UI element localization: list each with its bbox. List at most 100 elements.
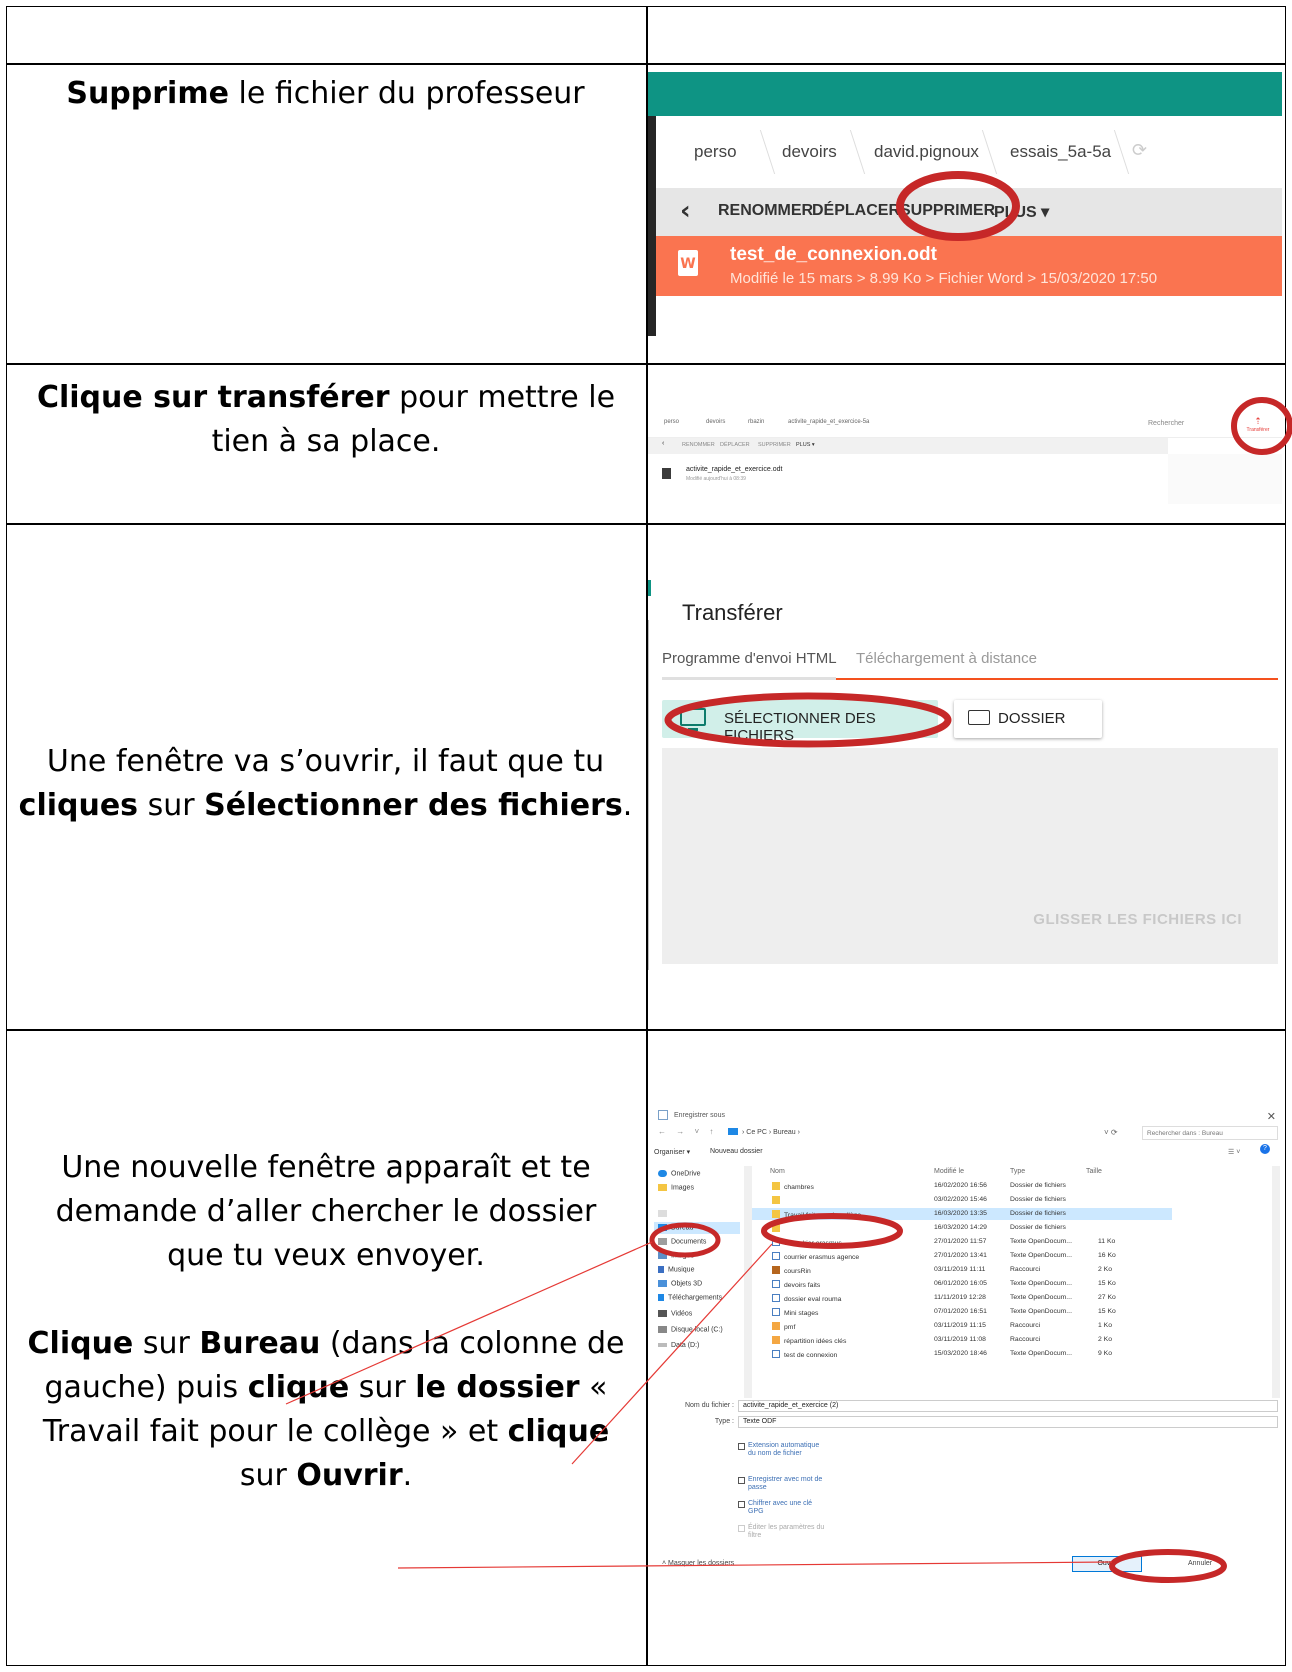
- nav-arrows-icon[interactable]: ← → ˅ ↑: [658, 1127, 717, 1136]
- breadcrumb-item[interactable]: devoirs: [782, 142, 837, 162]
- drop-zone[interactable]: GLISSER LES FICHIERS ICI: [662, 748, 1278, 964]
- rename-button[interactable]: RENOMMER: [718, 202, 813, 220]
- hide-folders-toggle[interactable]: ˄ Masquer les dossiers: [662, 1560, 734, 1567]
- row-divider: [7, 363, 1285, 365]
- breadcrumb: perso devoirs david.pignoux essais_5a-5a…: [656, 116, 1282, 188]
- nav-item-videos[interactable]: Vidéos: [658, 1310, 692, 1317]
- column-header-name[interactable]: Nom: [770, 1168, 785, 1175]
- nav-scrollbar[interactable]: [744, 1166, 752, 1398]
- move-button[interactable]: DÉPLACER: [812, 202, 900, 220]
- file-row[interactable]: test de connexion 15/03/2020 18:46 Texte O…: [752, 1348, 1172, 1360]
- column-header-date[interactable]: Modifié le: [934, 1168, 964, 1175]
- selected-file-row[interactable]: W test_de_connexion.odt Modifié le 15 ma…: [656, 236, 1282, 296]
- option-auto-extension[interactable]: Extension automatique du nom de fichier: [738, 1442, 828, 1458]
- instruction-click-bureau: Clique sur Bureau (dans la colonne de ga…: [27, 1326, 625, 1493]
- pc-icon: [728, 1128, 738, 1135]
- row-divider: [7, 523, 1285, 525]
- document-icon: [772, 1252, 780, 1260]
- chevron-left-icon[interactable]: ‹: [680, 196, 691, 226]
- view-options-icon[interactable]: ☰ ˅: [1228, 1148, 1240, 1156]
- nav-item-onedrive[interactable]: OneDrive: [658, 1170, 701, 1177]
- file-row[interactable]: coursRin 03/11/2019 11:11 Raccourci 2 Ko: [752, 1264, 1172, 1276]
- file-row[interactable]: chambres 16/02/2020 16:56 Dossier de fichi…: [752, 1180, 1172, 1192]
- address-bar[interactable]: › Ce PC › Bureau ›: [724, 1126, 1104, 1140]
- type-select[interactable]: Texte ODF: [738, 1416, 1278, 1428]
- search-label[interactable]: Rechercher: [1148, 420, 1184, 427]
- select-files-button[interactable]: SÉLECTIONNER DES FICHIERS: [662, 700, 938, 744]
- file-row-travail[interactable]: Travail fait pour le collège 16/03/2020 1…: [752, 1208, 1172, 1220]
- breadcrumb-item[interactable]: essais_5a-5a: [1010, 142, 1111, 162]
- column-header-type[interactable]: Type: [1010, 1168, 1025, 1175]
- type-label: Type :: [714, 1418, 734, 1425]
- help-icon[interactable]: ?: [1260, 1144, 1270, 1154]
- dropdown-refresh-icon[interactable]: ˅ ⟳: [1104, 1128, 1118, 1137]
- file-list: Nom Modifié le Type Taille chambres 16/02…: [752, 1166, 1282, 1396]
- transfer-button[interactable]: ⇡ Transférer: [1238, 416, 1278, 433]
- tab-html-upload[interactable]: Programme d'envoi HTML: [662, 650, 837, 667]
- file-name[interactable]: activite_rapide_et_exercice.odt: [686, 466, 783, 473]
- breadcrumb-item[interactable]: perso: [664, 419, 679, 425]
- nav-item-bureau[interactable]: Bureau: [658, 1224, 694, 1231]
- nav-item-images[interactable]: Images: [658, 1184, 694, 1191]
- breadcrumb-item[interactable]: rbazin: [748, 419, 764, 425]
- search-input[interactable]: Rechercher dans : Bureau: [1142, 1126, 1278, 1140]
- folder-icon: [658, 1184, 667, 1191]
- screenshot-save-dialog: Enregistrer sous ✕ ← → ˅ ↑ › Ce PC › Bur…: [648, 1104, 1282, 1582]
- refresh-icon[interactable]: ⟳: [1132, 140, 1147, 161]
- nav-item-disque-c[interactable]: Disque local (C:): [658, 1326, 723, 1333]
- navigation-pane: OneDrive Images Bureau Documents Images …: [648, 1166, 744, 1394]
- tab-remote-download[interactable]: Téléchargement à distance: [856, 650, 1037, 667]
- cancel-button[interactable]: Annuler: [1188, 1560, 1212, 1567]
- instruction-transfer: Clique sur transférer pour mettre le tie…: [36, 380, 616, 459]
- breadcrumb-item[interactable]: devoirs: [706, 419, 725, 425]
- delete-button[interactable]: SUPPRIMER: [900, 202, 995, 220]
- folder-button[interactable]: DOSSIER: [954, 700, 1102, 738]
- chevron-left-icon[interactable]: ‹: [662, 440, 664, 447]
- edge-marker: [648, 580, 651, 596]
- download-icon: [658, 1294, 664, 1301]
- file-row[interactable]: 03/02/2020 15:46 Dossier de fichiers: [752, 1194, 1172, 1206]
- list-scrollbar[interactable]: [1272, 1166, 1280, 1398]
- select-files-label: SÉLECTIONNER DES FICHIERS: [724, 710, 876, 744]
- breadcrumb-separator: [834, 130, 866, 174]
- file-row[interactable]: dossier eval rouma 11/11/2019 12:28 Texte …: [752, 1292, 1172, 1304]
- move-button[interactable]: DÉPLACER: [720, 442, 750, 448]
- close-icon[interactable]: ✕: [1267, 1110, 1276, 1123]
- delete-button[interactable]: SUPPRIMER: [758, 442, 791, 448]
- document-icon: [772, 1238, 780, 1246]
- file-row[interactable]: Mini stages 07/01/2020 16:51 Texte OpenDoc…: [752, 1306, 1172, 1318]
- option-gpg[interactable]: Chiffrer avec une clé GPG: [738, 1500, 828, 1516]
- more-button[interactable]: PLUS ▾: [994, 202, 1049, 222]
- folder-icon: [968, 710, 990, 725]
- nav-item-images-2[interactable]: Images: [658, 1252, 694, 1259]
- file-row[interactable]: pmf 03/11/2019 11:15 Raccourci 1 Ko: [752, 1320, 1172, 1332]
- drop-hint: GLISSER LES FICHIERS ICI: [1033, 911, 1242, 928]
- rename-button[interactable]: RENOMMER: [682, 442, 715, 448]
- breadcrumb-item[interactable]: activite_rapide_et_exercice-5a: [788, 419, 869, 425]
- file-row[interactable]: courrier erasmus agence 27/01/2020 13:41 T…: [752, 1250, 1172, 1262]
- filename-input[interactable]: activite_rapide_et_exercice (2): [738, 1400, 1278, 1412]
- more-button[interactable]: PLUS ▾: [796, 442, 815, 448]
- file-row[interactable]: devoirs faits 06/01/2020 16:05 Texte OpenD…: [752, 1278, 1172, 1290]
- open-button[interactable]: Ouvrir: [1072, 1556, 1142, 1572]
- new-folder-button[interactable]: Nouveau dossier: [710, 1148, 763, 1155]
- file-row[interactable]: répartition idées clés 03/11/2019 11:08 Ra…: [752, 1334, 1172, 1346]
- nav-item-hidden[interactable]: [658, 1210, 671, 1217]
- nav-item-data-d[interactable]: Data (D:): [658, 1342, 699, 1349]
- instruction-delete: Supprime le fichier du professeur: [66, 76, 585, 111]
- nav-item-telechargements[interactable]: Téléchargements: [658, 1294, 722, 1301]
- file-row[interactable]: calendrier erasmus 27/01/2020 11:57 Texte …: [752, 1236, 1172, 1248]
- app-header-bar: [648, 72, 1282, 116]
- nav-item-musique[interactable]: Musique: [658, 1266, 694, 1273]
- nav-item-objets-3d[interactable]: Objets 3D: [658, 1280, 702, 1287]
- breadcrumb-item[interactable]: david.pignoux: [874, 142, 979, 162]
- edge-line: [648, 620, 649, 970]
- document-icon: [772, 1308, 780, 1316]
- breadcrumb-item[interactable]: perso: [694, 142, 737, 162]
- organize-button[interactable]: Organiser ▾: [654, 1148, 690, 1156]
- option-password[interactable]: Enregistrer avec mot de passe: [738, 1476, 828, 1492]
- nav-item-documents[interactable]: Documents: [658, 1238, 706, 1245]
- column-header-size[interactable]: Taille: [1086, 1168, 1102, 1175]
- video-icon: [658, 1310, 667, 1317]
- file-row[interactable]: 16/03/2020 14:29 Dossier de fichiers: [752, 1222, 1172, 1234]
